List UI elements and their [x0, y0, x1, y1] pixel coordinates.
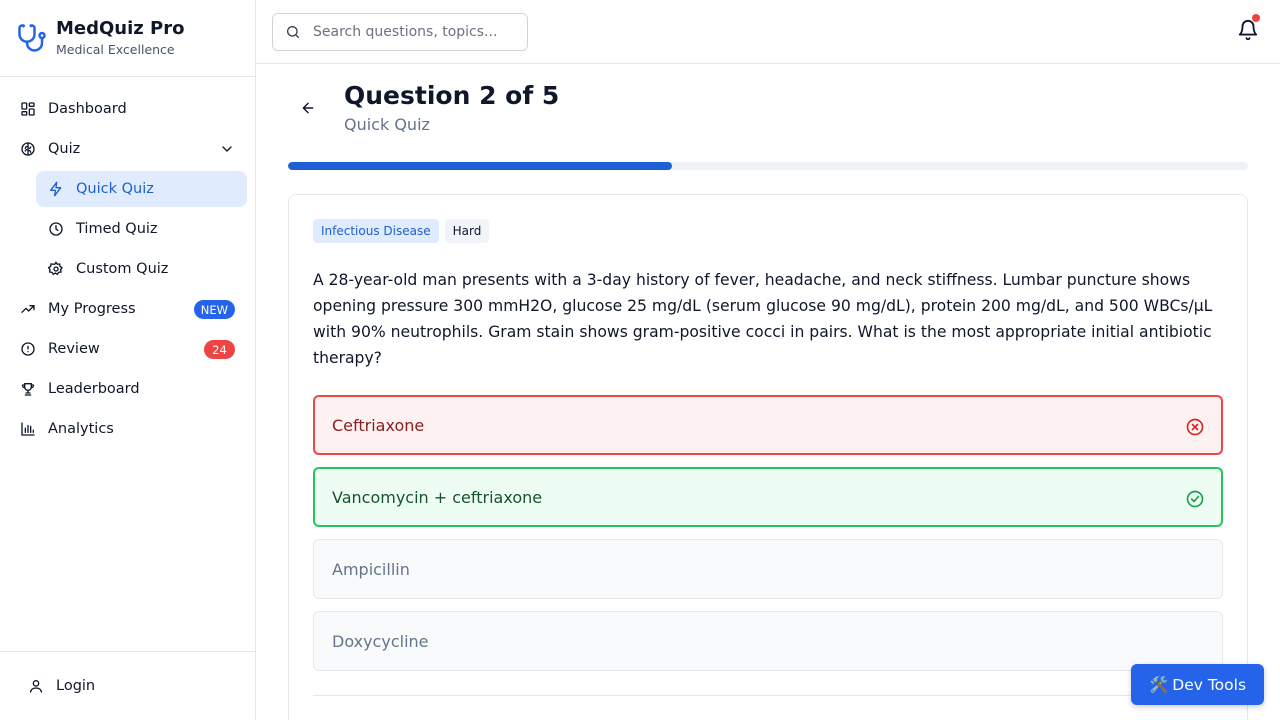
brand-header[interactable]: MedQuiz Pro Medical Excellence: [0, 0, 255, 77]
quiz-progress-fill: [288, 162, 672, 170]
sidebar-item-label: Dashboard: [48, 101, 127, 117]
sidebar-item-quiz[interactable]: Quiz: [8, 131, 247, 167]
sidebar-item-quick-quiz[interactable]: Quick Quiz: [36, 171, 247, 207]
sidebar-nav: Dashboard Quiz Quick Quiz Timed Quiz Cus…: [0, 77, 255, 447]
sidebar-item-label: Quiz: [48, 141, 81, 157]
sidebar-item-analytics[interactable]: Analytics: [8, 411, 247, 447]
sidebar-item-label: My Progress: [48, 301, 136, 317]
alert-circle-icon: [20, 341, 36, 357]
dev-tools-label: Dev Tools: [1172, 675, 1247, 694]
answer-option-label: Ceftriaxone: [332, 415, 425, 435]
login-label: Login: [56, 678, 96, 694]
user-icon: [28, 678, 44, 694]
dev-tools-button[interactable]: 🛠️ Dev Tools: [1131, 664, 1264, 705]
check-circle-icon: [1185, 489, 1205, 509]
gear-icon: [48, 261, 64, 277]
lightning-icon: [48, 181, 64, 197]
bar-chart-icon: [20, 421, 36, 437]
sidebar-item-leaderboard[interactable]: Leaderboard: [8, 371, 247, 407]
quiz-progress-bar: [288, 162, 1248, 170]
login-button[interactable]: Login: [0, 651, 255, 720]
question-card: Infectious Disease Hard A 28-year-old ma…: [288, 194, 1248, 720]
bell-icon: [1237, 19, 1259, 45]
notifications-button[interactable]: [1236, 14, 1260, 45]
sidebar-item-label: Quick Quiz: [76, 181, 154, 197]
answer-option-incorrect[interactable]: Ceftriaxone: [313, 395, 1223, 455]
trophy-icon: [20, 381, 36, 397]
top-bar: [256, 0, 1280, 64]
sidebar-item-label: Analytics: [48, 421, 114, 437]
new-badge: NEW: [193, 300, 235, 319]
answer-option-label: Ampicillin: [332, 559, 410, 579]
chevron-down-icon[interactable]: [219, 141, 235, 157]
app-subtitle: Medical Excellence: [56, 41, 175, 57]
sidebar-item-label: Timed Quiz: [76, 221, 158, 237]
trending-up-icon: [20, 301, 36, 317]
search-icon: [285, 24, 301, 40]
question-stem: A 28-year-old man presents with a 3-day …: [313, 271, 1213, 367]
x-circle-icon: [1185, 417, 1205, 437]
sidebar-item-label: Review: [48, 341, 100, 357]
main-content: Question 2 of 5 Quick Quiz Infectious Di…: [256, 65, 1280, 720]
answer-option[interactable]: Ampicillin: [313, 539, 1223, 599]
sidebar-item-review[interactable]: Review 24: [8, 331, 247, 367]
sidebar-item-my-progress[interactable]: My Progress NEW: [8, 291, 247, 327]
back-button[interactable]: [296, 98, 320, 122]
topic-tag: Infectious Disease: [313, 219, 439, 243]
sidebar-item-custom-quiz[interactable]: Custom Quiz: [36, 251, 247, 287]
answer-option-label: Vancomycin + ceftriaxone: [332, 487, 543, 507]
layout-grid-icon: [20, 101, 36, 117]
app-title: MedQuiz Pro: [56, 17, 185, 39]
sidebar: MedQuiz Pro Medical Excellence Dashboard…: [0, 0, 256, 720]
brain-icon: [20, 141, 36, 157]
arrow-left-icon: [300, 100, 316, 120]
answer-option-correct[interactable]: Vancomycin + ceftriaxone: [313, 467, 1223, 527]
page-title: Question 2 of 5: [344, 81, 560, 110]
search-input[interactable]: [313, 24, 513, 40]
sidebar-item-label: Leaderboard: [48, 381, 140, 397]
question-tags: Infectious Disease Hard: [313, 219, 495, 243]
notification-dot: [1252, 14, 1260, 22]
answer-option[interactable]: Doxycycline: [313, 611, 1223, 671]
stethoscope-icon: [16, 22, 48, 54]
answer-option-label: Doxycycline: [332, 631, 429, 651]
sidebar-item-timed-quiz[interactable]: Timed Quiz: [36, 211, 247, 247]
divider: [313, 695, 1223, 696]
page-subtitle: Quick Quiz: [344, 115, 430, 134]
sidebar-item-label: Custom Quiz: [76, 261, 169, 277]
difficulty-tag: Hard: [444, 219, 490, 243]
clock-icon: [48, 221, 64, 237]
review-count-badge: 24: [204, 340, 235, 359]
sidebar-item-dashboard[interactable]: Dashboard: [8, 91, 247, 127]
tools-icon: 🛠️: [1148, 675, 1169, 694]
search-box[interactable]: [272, 13, 528, 51]
